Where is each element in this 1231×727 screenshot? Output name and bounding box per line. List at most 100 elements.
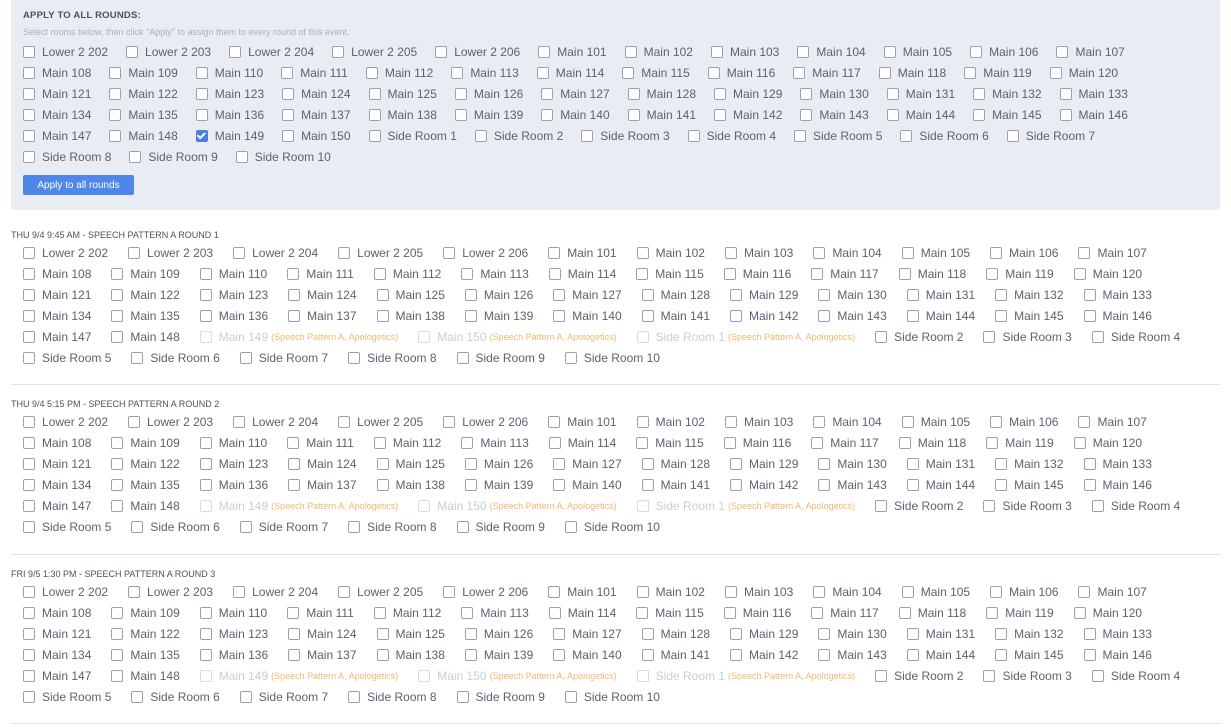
- room-checkbox-item[interactable]: Main 140: [553, 644, 622, 665]
- checkbox-icon[interactable]: [338, 585, 351, 598]
- checkbox-icon[interactable]: [338, 246, 351, 259]
- checkbox-icon[interactable]: [1078, 246, 1091, 259]
- checkbox-icon[interactable]: [195, 87, 208, 100]
- room-checkbox-item[interactable]: Main 121: [23, 453, 91, 474]
- room-checkbox-item[interactable]: Main 134: [23, 104, 91, 125]
- room-checkbox-item[interactable]: Main 137: [282, 104, 351, 125]
- checkbox-icon[interactable]: [109, 66, 122, 79]
- checkbox-icon[interactable]: [23, 478, 35, 491]
- checkbox-icon[interactable]: [128, 415, 141, 428]
- room-checkbox-item[interactable]: Main 103: [724, 411, 793, 432]
- checkbox-icon[interactable]: [111, 606, 124, 619]
- room-checkbox-item[interactable]: Side Room 4: [687, 125, 776, 146]
- checkbox-icon[interactable]: [111, 436, 124, 449]
- checkbox-icon[interactable]: [636, 436, 649, 449]
- room-checkbox-item[interactable]: Side Room 4: [1091, 495, 1180, 516]
- room-checkbox-item[interactable]: Main 102: [624, 41, 693, 62]
- room-checkbox-item[interactable]: Main 125: [376, 453, 445, 474]
- room-checkbox-item[interactable]: Main 132: [973, 83, 1042, 104]
- checkbox-icon[interactable]: [553, 457, 566, 470]
- room-checkbox-item[interactable]: Side Room 6: [131, 516, 220, 537]
- checkbox-icon[interactable]: [813, 585, 826, 598]
- checkbox-icon[interactable]: [730, 648, 742, 661]
- checkbox-icon[interactable]: [288, 648, 301, 661]
- checkbox-icon[interactable]: [288, 478, 301, 491]
- room-checkbox-item[interactable]: Main 146: [1083, 644, 1152, 665]
- room-checkbox-item[interactable]: Main 102: [636, 411, 705, 432]
- checkbox-icon[interactable]: [1059, 87, 1072, 100]
- room-checkbox-item[interactable]: Main 113: [461, 432, 529, 453]
- checkbox-icon[interactable]: [898, 606, 911, 619]
- room-checkbox-item[interactable]: Side Room 4: [1091, 665, 1180, 686]
- room-checkbox-item[interactable]: Side Room 5: [23, 686, 111, 707]
- checkbox-icon[interactable]: [443, 415, 456, 428]
- checkbox-icon[interactable]: [376, 309, 389, 322]
- room-checkbox-item[interactable]: Main 117: [811, 602, 879, 623]
- room-checkbox-item[interactable]: Lower 2 206: [443, 242, 528, 263]
- checkbox-icon[interactable]: [878, 66, 891, 79]
- room-checkbox-item[interactable]: Main 102: [636, 242, 705, 263]
- checkbox-icon[interactable]: [641, 627, 654, 640]
- room-checkbox-item[interactable]: Main 101: [538, 41, 607, 62]
- checkbox-icon[interactable]: [199, 606, 212, 619]
- checkbox-icon[interactable]: [239, 351, 252, 364]
- checkbox-icon[interactable]: [983, 499, 996, 512]
- room-checkbox-item[interactable]: Main 147: [23, 495, 91, 516]
- room-checkbox-item[interactable]: Main 147: [23, 665, 91, 686]
- checkbox-icon[interactable]: [23, 648, 35, 661]
- room-checkbox-item[interactable]: Main 129: [714, 83, 782, 104]
- checkbox-icon[interactable]: [111, 478, 124, 491]
- checkbox-icon[interactable]: [126, 45, 139, 58]
- room-checkbox-item[interactable]: Main 114: [548, 432, 616, 453]
- room-checkbox-item[interactable]: Main 119: [986, 432, 1054, 453]
- room-checkbox-item[interactable]: Side Room 4: [1091, 326, 1180, 347]
- checkbox-icon[interactable]: [128, 246, 141, 259]
- room-checkbox-item[interactable]: Main 111: [281, 62, 348, 83]
- room-checkbox-item[interactable]: Lower 2 203: [128, 242, 213, 263]
- checkbox-icon[interactable]: [548, 267, 561, 280]
- room-checkbox-item[interactable]: Main 102: [636, 581, 705, 602]
- checkbox-icon[interactable]: [23, 627, 35, 640]
- room-checkbox-item[interactable]: Main 120: [1049, 62, 1118, 83]
- room-checkbox-item[interactable]: Main 132: [995, 623, 1064, 644]
- checkbox-icon[interactable]: [338, 415, 351, 428]
- checkbox-icon[interactable]: [710, 45, 723, 58]
- room-checkbox-item[interactable]: Main 145: [995, 305, 1064, 326]
- room-checkbox-item[interactable]: Main 107: [1078, 581, 1147, 602]
- checkbox-icon[interactable]: [794, 129, 806, 142]
- checkbox-icon[interactable]: [23, 585, 35, 598]
- checkbox-icon[interactable]: [641, 457, 654, 470]
- room-checkbox-item[interactable]: Main 131: [906, 284, 975, 305]
- room-checkbox-item[interactable]: Side Room 10: [235, 146, 331, 167]
- checkbox-icon[interactable]: [199, 288, 212, 301]
- room-checkbox-item[interactable]: Main 142: [730, 644, 798, 665]
- checkbox-icon[interactable]: [288, 288, 301, 301]
- checkbox-icon[interactable]: [454, 87, 467, 100]
- room-checkbox-item[interactable]: Side Room 8: [348, 516, 437, 537]
- checkbox-icon[interactable]: [287, 267, 300, 280]
- room-checkbox-item[interactable]: Main 142: [730, 474, 798, 495]
- room-checkbox-item[interactable]: Side Room 6: [131, 686, 220, 707]
- room-checkbox-item[interactable]: Main 124: [282, 83, 351, 104]
- room-checkbox-item[interactable]: Side Room 8: [348, 686, 437, 707]
- checkbox-icon[interactable]: [875, 330, 888, 343]
- room-checkbox-item[interactable]: Main 129: [730, 453, 798, 474]
- checkbox-icon[interactable]: [461, 436, 474, 449]
- checkbox-icon[interactable]: [109, 108, 122, 121]
- checkbox-icon[interactable]: [348, 351, 361, 364]
- checkbox-icon[interactable]: [724, 246, 737, 259]
- room-checkbox-item[interactable]: Main 121: [23, 623, 91, 644]
- checkbox-icon[interactable]: [1059, 108, 1072, 121]
- room-checkbox-item[interactable]: Main 104: [813, 242, 882, 263]
- checkbox-icon[interactable]: [451, 66, 464, 79]
- checkbox-icon[interactable]: [1091, 330, 1104, 343]
- room-checkbox-item[interactable]: Side Room 2: [875, 495, 963, 516]
- room-checkbox-item[interactable]: Main 123: [199, 623, 268, 644]
- checkbox-icon[interactable]: [23, 309, 35, 322]
- room-checkbox-item[interactable]: Main 115: [622, 62, 690, 83]
- room-checkbox-item[interactable]: Side Room 10: [564, 516, 660, 537]
- checkbox-icon[interactable]: [553, 478, 566, 491]
- room-checkbox-item[interactable]: Main 140: [541, 104, 610, 125]
- checkbox-icon[interactable]: [973, 87, 986, 100]
- room-checkbox-item[interactable]: Main 114: [548, 602, 616, 623]
